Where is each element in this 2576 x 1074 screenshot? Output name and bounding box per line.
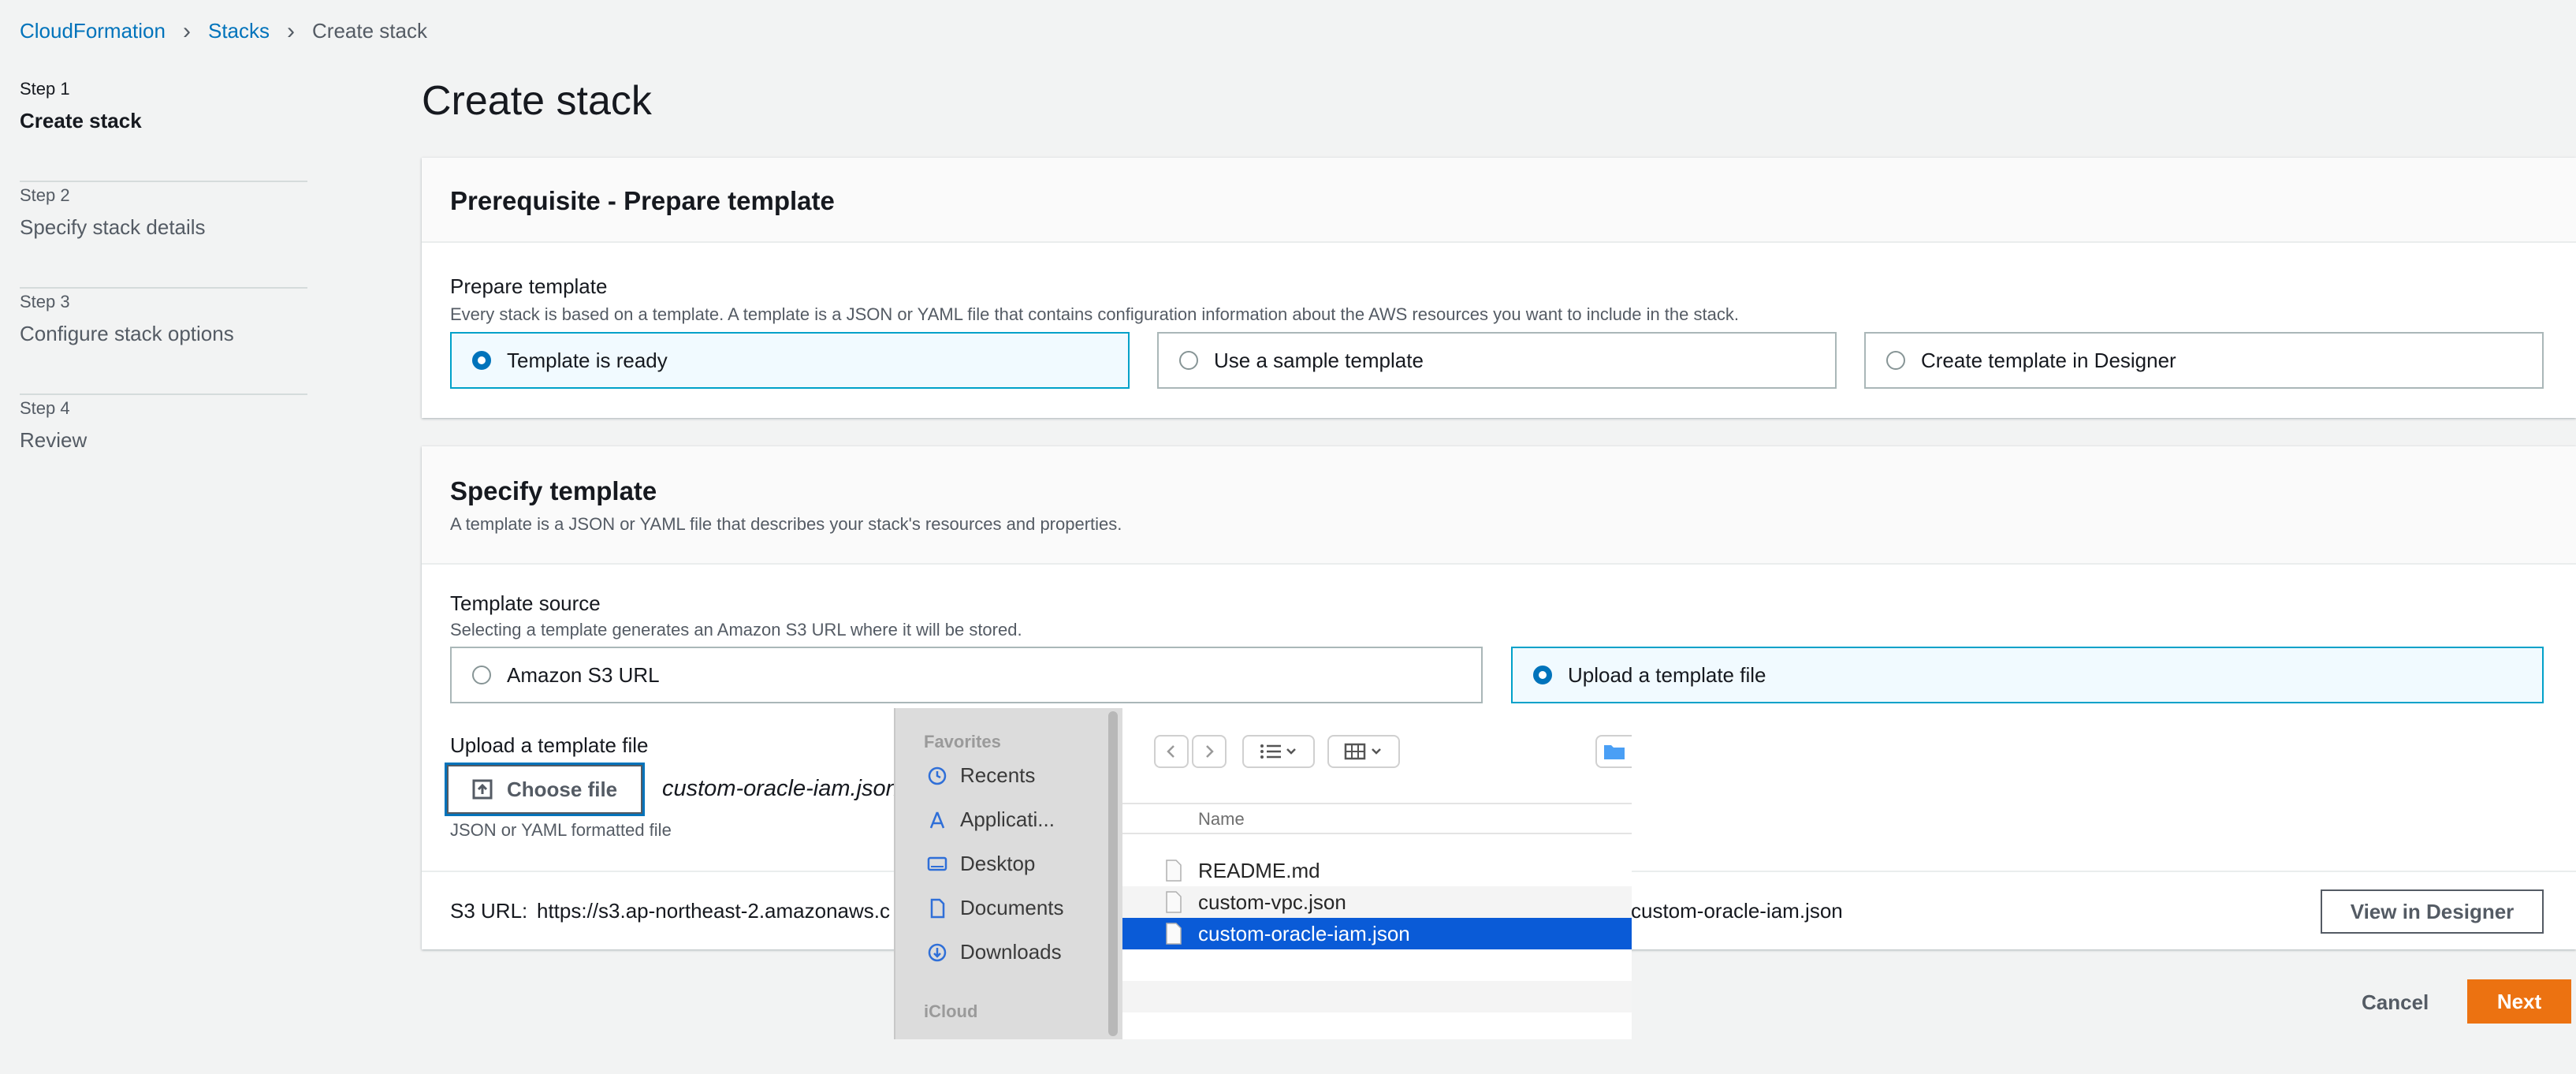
prepare-template-label: Prepare template — [450, 274, 608, 298]
file-dialog-sidebar: Favorites Recents Applicati... Desktop D… — [894, 708, 1122, 1039]
favorite-label: Documents — [960, 896, 1064, 919]
back-button[interactable] — [1154, 735, 1189, 768]
list-view-button[interactable] — [1242, 735, 1315, 768]
favorite-desktop[interactable]: Desktop — [927, 852, 1035, 876]
page-title: Create stack — [422, 78, 652, 124]
option-label: Use a sample template — [1214, 348, 1424, 372]
panel-header: Specify template A template is a JSON or… — [422, 446, 2576, 565]
upload-file-label: Upload a template file — [450, 733, 649, 757]
cancel-button[interactable]: Cancel — [2362, 990, 2429, 1015]
chevron-right-icon: › — [287, 17, 296, 44]
icloud-heading: iCloud — [924, 1001, 978, 1021]
column-name-label: Name — [1198, 809, 1245, 829]
step-1: Step 1 Create stack — [20, 76, 307, 182]
radio-checked-icon — [472, 351, 491, 370]
radio-unchecked-icon — [1886, 351, 1905, 370]
favorites-heading: Favorites — [924, 732, 1001, 751]
radio-unchecked-icon — [1179, 351, 1198, 370]
option-designer-template[interactable]: Create template in Designer — [1864, 332, 2544, 389]
applications-icon — [927, 810, 947, 830]
list-icon — [1260, 744, 1296, 759]
chevron-left-icon — [1167, 745, 1174, 758]
file-icon — [1166, 923, 1182, 945]
panel-title: Prerequisite - Prepare template — [450, 186, 835, 215]
s3-url-value: https://s3.ap-northeast-2.amazonaws.c — [537, 899, 891, 923]
favorite-label: Recents — [960, 763, 1036, 787]
prerequisite-panel: Prerequisite - Prepare template Prepare … — [422, 158, 2576, 418]
wizard-steps: Step 1 Create stack Step 2 Specify stack… — [20, 76, 307, 502]
forward-button[interactable] — [1192, 735, 1227, 768]
template-source-label: Template source — [450, 591, 601, 615]
prepare-template-description: Every stack is based on a template. A te… — [450, 304, 1739, 324]
breadcrumb-stacks[interactable]: Stacks — [208, 19, 270, 43]
step-2: Step 2 Specify stack details — [20, 182, 307, 289]
next-button[interactable]: Next — [2467, 979, 2571, 1024]
step-number: Step 4 — [20, 398, 70, 418]
column-header[interactable]: Name — [1122, 803, 1632, 834]
chevron-right-icon: › — [182, 17, 191, 44]
favorite-downloads[interactable]: Downloads — [927, 940, 1062, 964]
step-number: Step 1 — [20, 79, 70, 99]
step-title: Review — [20, 428, 87, 452]
file-name: README.md — [1198, 858, 1320, 882]
choose-file-label: Choose file — [507, 777, 618, 801]
breadcrumb: CloudFormation › Stacks › Create stack — [20, 19, 427, 43]
option-sample-template[interactable]: Use a sample template — [1157, 332, 1837, 389]
file-name: custom-vpc.json — [1198, 889, 1346, 914]
clock-icon — [927, 766, 947, 786]
file-row-custom-vpc[interactable]: custom-vpc.json — [1122, 886, 1632, 918]
panel-header: Prerequisite - Prepare template — [422, 158, 2576, 243]
file-dialog-main: Name README.md custom-vpc.json custom-or… — [1122, 708, 1632, 1039]
favorite-label: Desktop — [960, 852, 1036, 875]
chevron-right-icon — [1206, 745, 1214, 758]
file-row-custom-oracle-iam[interactable]: custom-oracle-iam.json — [1122, 918, 1632, 949]
file-icon — [1166, 891, 1182, 913]
upload-icon — [472, 779, 493, 800]
file-row-readme[interactable]: README.md — [1122, 855, 1632, 886]
option-label: Create template in Designer — [1921, 348, 2176, 372]
breadcrumb-cloudformation[interactable]: CloudFormation — [20, 19, 166, 43]
s3-url-label: S3 URL: — [450, 899, 528, 923]
panel-title: Specify template — [450, 476, 657, 505]
option-label: Upload a template file — [1568, 662, 1766, 687]
step-number: Step 2 — [20, 185, 70, 205]
option-template-ready[interactable]: Template is ready — [450, 332, 1130, 389]
source-upload-file[interactable]: Upload a template file — [1511, 647, 2544, 703]
download-icon — [927, 942, 947, 963]
document-icon — [927, 898, 947, 919]
specify-template-description: A template is a JSON or YAML file that d… — [450, 514, 1122, 534]
favorite-documents[interactable]: Documents — [927, 896, 1064, 920]
breadcrumb-current: Create stack — [312, 19, 427, 43]
template-source-description: Selecting a template generates an Amazon… — [450, 620, 1022, 640]
choose-file-button[interactable]: Choose file — [447, 765, 643, 814]
grid-icon — [1344, 743, 1381, 760]
sidebar-scrollbar[interactable] — [1108, 711, 1118, 1036]
grid-view-button[interactable] — [1327, 735, 1400, 768]
option-label: Template is ready — [507, 348, 668, 372]
step-4: Step 4 Review — [20, 395, 307, 502]
file-row-empty — [1122, 981, 1632, 1012]
step-3: Step 3 Configure stack options — [20, 289, 307, 395]
step-title: Configure stack options — [20, 322, 234, 345]
file-name: custom-oracle-iam.json — [1198, 921, 1410, 945]
file-icon — [1166, 860, 1182, 882]
upload-hint: JSON or YAML formatted file — [450, 820, 672, 840]
favorite-applications[interactable]: Applicati... — [927, 807, 1055, 832]
step-title: Create stack — [20, 109, 142, 132]
radio-checked-icon — [1533, 666, 1552, 684]
s3-url-value-end: custom-oracle-iam.json — [1631, 899, 1843, 923]
desktop-icon — [927, 854, 947, 874]
step-title: Specify stack details — [20, 215, 206, 239]
folder-icon — [1604, 745, 1625, 759]
view-in-designer-button[interactable]: View in Designer — [2321, 889, 2544, 934]
source-s3-url[interactable]: Amazon S3 URL — [450, 647, 1483, 703]
chosen-file-name: custom-oracle-iam.json — [662, 776, 899, 801]
step-number: Step 3 — [20, 292, 70, 311]
favorite-recents[interactable]: Recents — [927, 763, 1035, 788]
favorite-label: Applicati... — [960, 807, 1055, 831]
option-label: Amazon S3 URL — [507, 662, 660, 687]
radio-unchecked-icon — [472, 666, 491, 684]
new-folder-button[interactable] — [1595, 735, 1632, 768]
favorite-label: Downloads — [960, 940, 1062, 964]
